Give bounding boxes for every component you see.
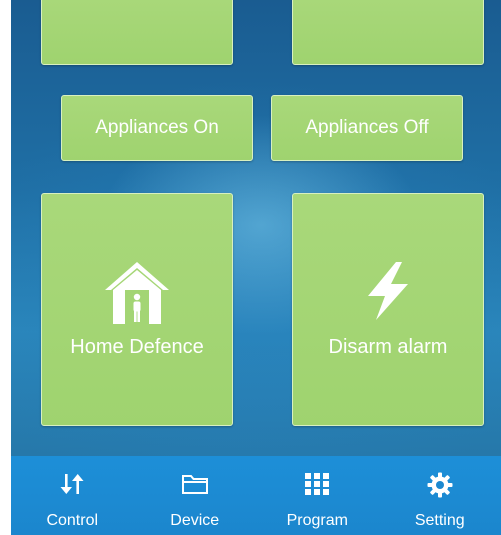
nav-item-program[interactable]: Program: [256, 456, 379, 535]
disarm-alarm-label: Disarm alarm: [328, 336, 448, 358]
disarm-alarm-button[interactable]: Disarm alarm: [292, 193, 484, 426]
scene-tile-top-right[interactable]: [292, 0, 484, 65]
app-screen: Appliances On Appliances Off Home Defenc…: [11, 0, 501, 535]
home-defence-label: Home Defence: [70, 336, 204, 358]
nav-label-device: Device: [170, 512, 220, 529]
appliances-off-button[interactable]: Appliances Off: [271, 95, 463, 161]
nav-label-setting: Setting: [414, 512, 465, 529]
nav-item-device[interactable]: Device: [134, 456, 257, 535]
grid-icon: [256, 472, 379, 496]
nav-label-program: Program: [286, 512, 348, 529]
nav-item-control[interactable]: Control: [11, 456, 134, 535]
house-person-icon: [42, 260, 232, 326]
folder-icon: [134, 472, 257, 496]
appliances-on-button[interactable]: Appliances On: [61, 95, 253, 161]
gear-icon: [379, 472, 501, 498]
scene-tile-top-left[interactable]: [41, 0, 233, 65]
home-defence-button[interactable]: Home Defence: [41, 193, 233, 426]
nav-item-setting[interactable]: Setting: [379, 456, 501, 535]
swap-arrows-icon: [11, 472, 134, 496]
appliances-on-label: Appliances On: [95, 117, 219, 138]
appliances-off-label: Appliances Off: [305, 117, 429, 138]
nav-label-control: Control: [46, 512, 99, 529]
bottom-nav-bar: Control Device Program Setting: [11, 456, 501, 535]
lightning-icon: [293, 260, 483, 322]
